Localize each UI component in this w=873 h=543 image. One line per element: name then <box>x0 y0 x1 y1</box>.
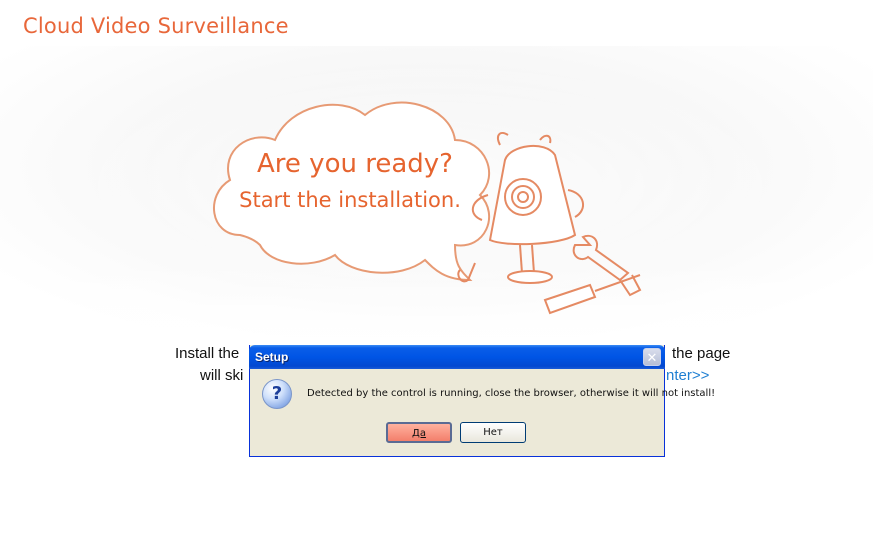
yes-button[interactable]: Да <box>386 422 452 443</box>
install-center-link[interactable]: nter>> <box>666 367 709 384</box>
hero-line-1: Are you ready? <box>257 149 453 179</box>
install-text-line-1-left: Install the <box>175 345 240 362</box>
hero-line-2: Start the installation. <box>239 188 461 212</box>
speech-cloud: Are you ready? Start the installation. <box>213 101 491 282</box>
dialog-message: Detected by the control is running, clos… <box>307 388 716 399</box>
install-text-line-2-left: will ski <box>200 367 244 384</box>
installation-illustration: Are you ready? Start the installation. <box>213 101 642 315</box>
install-text-line-1-right: the page <box>672 345 731 362</box>
setup-dialog: Setup ✕ ? Detected by the control is run… <box>249 345 715 457</box>
dialog-titlebar[interactable]: Setup ✕ <box>249 345 665 369</box>
close-button[interactable]: ✕ <box>643 348 661 366</box>
no-button[interactable]: Нет <box>460 422 526 443</box>
dialog-title: Setup <box>255 350 289 364</box>
question-icon: ? <box>262 379 292 409</box>
page-title: Cloud Video Surveillance <box>23 14 289 38</box>
